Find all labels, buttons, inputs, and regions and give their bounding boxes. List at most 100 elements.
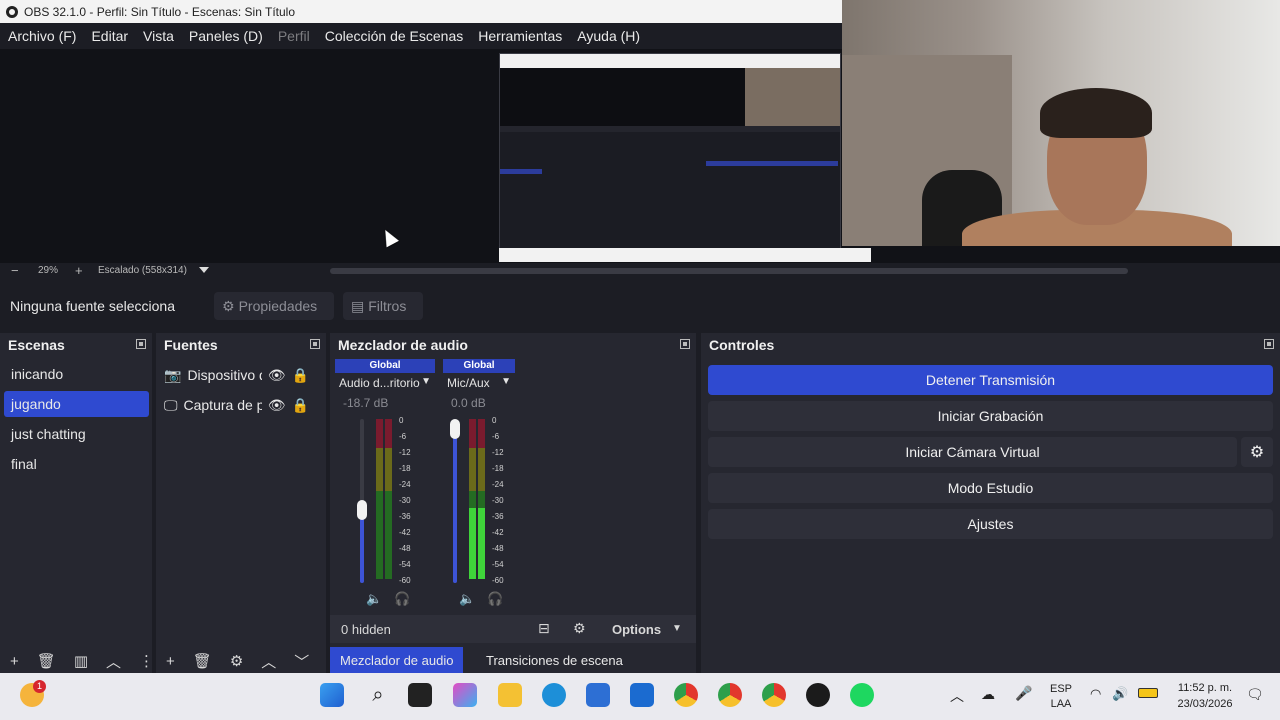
menu-perfil[interactable]: Perfil — [278, 28, 310, 44]
eye-icon[interactable]: 👁 — [268, 367, 286, 384]
language-secondary[interactable]: LAA — [1048, 698, 1074, 710]
undock-icon[interactable] — [680, 339, 690, 349]
tab-transiciones[interactable]: Transiciones de escena — [476, 647, 633, 673]
scene-item-inicando[interactable]: inicando — [4, 361, 149, 387]
menu-coleccion-escenas[interactable]: Colección de Escenas — [325, 28, 464, 44]
clock-time[interactable]: 11:52 p. m. — [1172, 682, 1238, 694]
battery-icon[interactable] — [1138, 688, 1158, 698]
source-item-captura[interactable]: 🖵 Captura de p 👁 🔒 — [164, 392, 309, 418]
move-down-icon[interactable]: ﹀ — [294, 651, 309, 672]
clock-date[interactable]: 23/03/2026 — [1172, 698, 1238, 710]
add-source-icon[interactable]: + — [166, 653, 175, 670]
headphones-icon[interactable]: 🎧 — [394, 591, 410, 607]
start-virtual-camera-button[interactable]: Iniciar Cámara Virtual — [708, 437, 1237, 467]
search-icon[interactable]: ⌕ — [366, 683, 390, 707]
studio-mode-button[interactable]: Modo Estudio — [708, 473, 1273, 503]
notification-center-icon[interactable]: 🗨 — [1246, 686, 1264, 703]
menu-herramientas[interactable]: Herramientas — [478, 28, 562, 44]
chevron-up-icon[interactable]: ︿ — [950, 686, 964, 706]
meter-tick-label: -6 — [399, 432, 407, 441]
properties-button[interactable]: ⚙ Propiedades — [214, 292, 334, 320]
scale-dropdown-icon[interactable] — [199, 267, 209, 273]
add-scene-icon[interactable]: + — [10, 653, 19, 670]
options-button[interactable]: Options — [612, 622, 661, 637]
lock-icon[interactable]: 🔒 — [292, 367, 309, 384]
trash-icon[interactable]: 🗑 — [37, 652, 56, 670]
start-recording-button[interactable]: Iniciar Grabación — [708, 401, 1273, 431]
store-icon[interactable] — [586, 683, 610, 707]
task-view-icon[interactable] — [408, 683, 432, 707]
virtual-camera-settings-gear-icon[interactable]: ⚙ — [1241, 437, 1273, 467]
mixer-toolbar: 0 hidden ⊟ ⚙ Options ▼ — [330, 615, 696, 643]
menu-vista[interactable]: Vista — [143, 28, 174, 44]
level-meter-active-right — [478, 508, 485, 579]
scene-item-jugando[interactable]: jugando — [4, 391, 149, 417]
scenes-footer: + 🗑 ▥ ︿ ⋮ — [0, 649, 154, 673]
meter-tick-label: -24 — [492, 480, 504, 489]
mixer-channel-desktop: Global Audio d...ritorio ▼ -18.7 dB — [335, 359, 435, 410]
sources-footer: + 🗑 ⚙ ︿ ﹀ — [156, 649, 326, 673]
stop-streaming-button[interactable]: Detener Transmisión — [708, 365, 1273, 395]
lock-icon[interactable]: 🔒 — [292, 397, 309, 414]
tab-mezclador[interactable]: Mezclador de audio — [330, 647, 464, 673]
preview-horizontal-scrollbar[interactable] — [330, 268, 1128, 274]
advanced-audio-icon[interactable]: ⚙ — [573, 620, 586, 637]
channel-menu-icon[interactable]: ▼ — [421, 376, 431, 392]
undock-icon[interactable] — [310, 339, 320, 349]
obs-icon[interactable] — [806, 683, 830, 707]
file-explorer-icon[interactable] — [498, 683, 522, 707]
microphone-icon[interactable]: 🎤 — [1015, 685, 1032, 702]
meter-tick-label: -36 — [399, 512, 411, 521]
edge-icon[interactable] — [542, 683, 566, 707]
scene-item-just-chatting[interactable]: just chatting — [4, 421, 149, 447]
scene-filters-icon[interactable]: ▥ — [74, 652, 88, 670]
menu-archivo[interactable]: Archivo (F) — [8, 28, 76, 44]
chrome-profile-icon[interactable] — [718, 683, 742, 707]
filters-button[interactable]: ▤ Filtros — [343, 292, 423, 320]
speaker-icon[interactable]: 🔈 — [459, 591, 475, 607]
layout-toggle-icon[interactable]: ⊟ — [538, 620, 550, 637]
eye-icon[interactable]: 👁 — [268, 397, 286, 414]
chrome-profile-2-icon[interactable] — [762, 683, 786, 707]
scene-item-final[interactable]: final — [4, 451, 149, 477]
speaker-icon[interactable]: 🔈 — [366, 591, 382, 607]
language-primary[interactable]: ESP — [1048, 683, 1074, 695]
move-up-icon[interactable]: ︿ — [106, 651, 121, 672]
meter-tick-label: 0 — [492, 416, 497, 425]
menu-ayuda[interactable]: Ayuda (H) — [577, 28, 640, 44]
zoom-in-button[interactable]: + — [75, 263, 83, 278]
meter-tick-label: -60 — [399, 576, 411, 585]
meter-tick-label: -42 — [399, 528, 411, 537]
chevron-down-icon[interactable]: ▼ — [672, 623, 682, 634]
volume-slider-handle[interactable] — [450, 419, 460, 439]
copilot-icon[interactable] — [453, 683, 477, 707]
source-item-dispositivo[interactable]: 📷 Dispositivo d 👁 🔒 — [164, 362, 309, 388]
undock-icon[interactable] — [1264, 339, 1274, 349]
mixer-title: Mezclador de audio — [338, 337, 468, 353]
source-settings-icon[interactable]: ⚙ — [230, 652, 243, 670]
zoom-out-button[interactable]: − — [11, 263, 19, 278]
trash-icon[interactable]: 🗑 — [193, 652, 212, 670]
chrome-icon[interactable] — [674, 683, 698, 707]
settings-button[interactable]: Ajustes — [708, 509, 1273, 539]
notification-badge: 1 — [33, 680, 46, 693]
onedrive-icon[interactable]: ☁ — [981, 686, 995, 703]
channel-menu-icon[interactable]: ▼ — [501, 376, 511, 392]
undock-icon[interactable] — [136, 339, 146, 349]
wifi-icon[interactable]: ◠ — [1090, 686, 1101, 702]
meter-tick-label: -30 — [492, 496, 504, 505]
menu-editar[interactable]: Editar — [91, 28, 128, 44]
menu-paneles[interactable]: Paneles (D) — [189, 28, 263, 44]
windows-start-icon[interactable] — [320, 683, 344, 707]
more-icon[interactable]: ⋮ — [139, 652, 154, 670]
volume-slider-handle[interactable] — [357, 499, 367, 520]
level-meter-desktop-right — [385, 419, 392, 579]
headphones-icon[interactable]: 🎧 — [487, 591, 503, 607]
volume-slider-fill — [453, 429, 457, 583]
sources-title: Fuentes — [164, 337, 218, 353]
move-up-icon[interactable]: ︿ — [261, 651, 276, 672]
spotify-icon[interactable] — [850, 683, 874, 707]
outlook-icon[interactable] — [630, 683, 654, 707]
volume-icon[interactable]: 🔊 — [1112, 686, 1128, 702]
channel-scope-label: Global — [443, 359, 515, 373]
